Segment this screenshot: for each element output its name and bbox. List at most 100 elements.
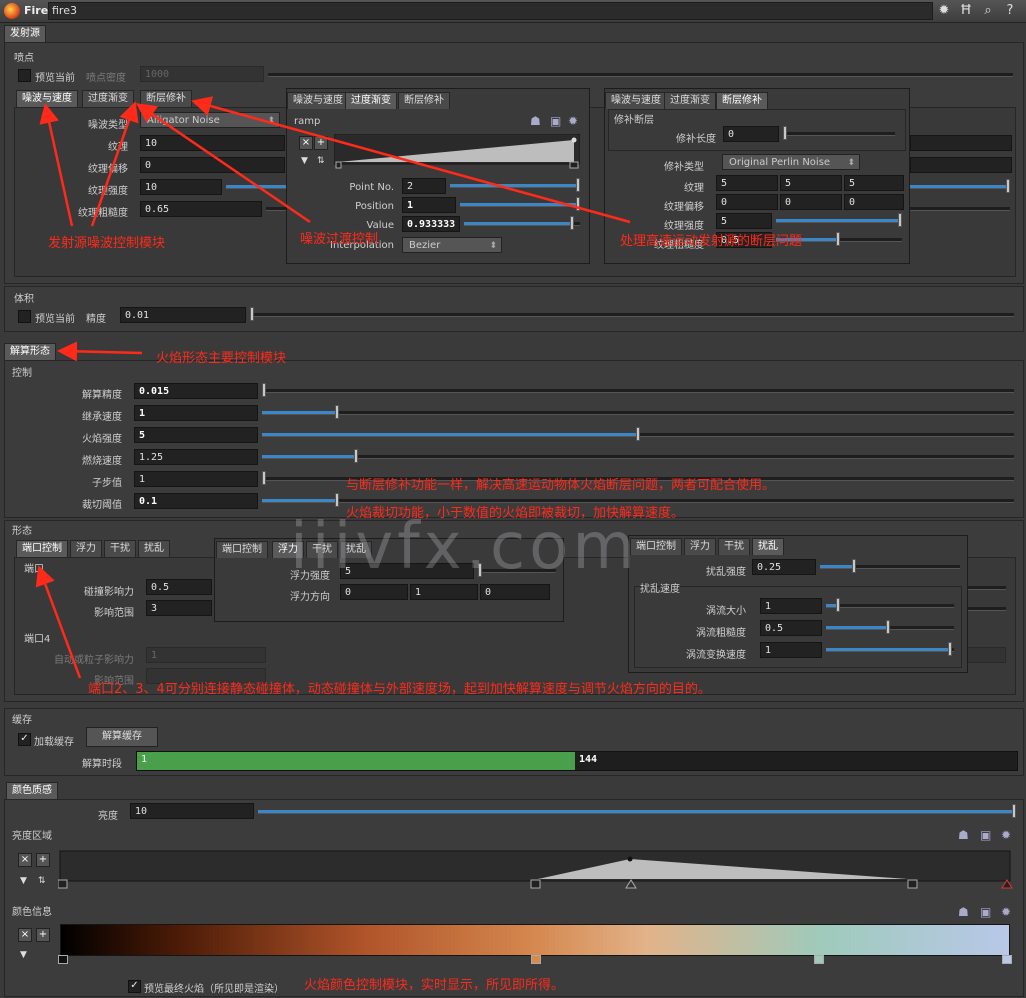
- position-field[interactable]: 1: [402, 197, 456, 213]
- search-icon[interactable]: ⌕: [980, 3, 996, 19]
- ramp-tab-transition[interactable]: 过度渐变: [345, 92, 397, 109]
- tab-disturb[interactable]: 扰乱: [138, 540, 170, 557]
- repair-tab-transition[interactable]: 过度渐变: [664, 92, 716, 109]
- point-no-field[interactable]: 2: [402, 178, 446, 194]
- repair-tex-y[interactable]: 5: [780, 175, 842, 191]
- cramp-add-icon[interactable]: +: [36, 928, 50, 942]
- bramp-add-icon[interactable]: +: [36, 853, 50, 867]
- bramp-save-icon[interactable]: ▣: [980, 828, 991, 842]
- repair-str-slider[interactable]: [776, 213, 902, 227]
- cramp-gear-icon[interactable]: ✹: [1001, 905, 1011, 919]
- cramp-down-icon[interactable]: ▼: [20, 950, 27, 960]
- cramp-key-2[interactable]: [814, 955, 824, 964]
- cramp-save-icon[interactable]: ▣: [980, 905, 991, 919]
- buoy-dir-y[interactable]: 1: [410, 584, 478, 600]
- repair-length-slider[interactable]: [783, 126, 895, 140]
- interpolation-menu[interactable]: Bezier: [402, 237, 502, 254]
- tab-emitter[interactable]: 发射源: [4, 25, 46, 42]
- cramp-key-0[interactable]: [58, 955, 68, 964]
- vortex-size-slider[interactable]: [826, 598, 954, 612]
- vortex-change-field[interactable]: 1: [760, 642, 822, 658]
- control-field[interactable]: 0.1: [134, 493, 258, 509]
- tab-port-control[interactable]: 端口控制: [16, 540, 68, 557]
- emit-density-field[interactable]: 1000: [140, 66, 264, 82]
- h-icon[interactable]: Ħ: [958, 3, 974, 19]
- control-slider[interactable]: [262, 405, 1014, 419]
- texture-offset-field[interactable]: 0: [140, 157, 285, 173]
- help-icon[interactable]: ?: [1002, 3, 1018, 19]
- ramp-add-icon[interactable]: +: [314, 136, 328, 150]
- ramp-tab-repair[interactable]: 断层修补: [398, 92, 450, 109]
- load-cache-checkbox[interactable]: ✓: [18, 733, 31, 746]
- bramp-down-icon[interactable]: ▼: [20, 876, 27, 886]
- position-slider[interactable]: [460, 197, 580, 211]
- bramp-gear-icon[interactable]: ✹: [1001, 828, 1011, 842]
- cramp-key-3[interactable]: [1002, 955, 1012, 964]
- dist-strength-slider[interactable]: [820, 559, 960, 573]
- value-slider[interactable]: [464, 216, 580, 230]
- gear-icon[interactable]: ✹: [936, 3, 952, 19]
- repair-off-y[interactable]: 0: [780, 194, 842, 210]
- dist-strength-field[interactable]: 0.25: [752, 559, 816, 575]
- control-field[interactable]: 1: [134, 405, 258, 421]
- dist-tab-interference[interactable]: 干扰: [718, 538, 750, 555]
- cramp-key-1[interactable]: [531, 955, 541, 964]
- control-field[interactable]: 0.015: [134, 383, 258, 399]
- ramp-curve[interactable]: [334, 134, 580, 170]
- ramp-gear-icon[interactable]: ✹: [568, 114, 578, 128]
- control-field[interactable]: 5: [134, 427, 258, 443]
- ramp-tab-noise[interactable]: 噪波与速度: [287, 92, 349, 109]
- repair-off-z[interactable]: 0: [844, 194, 904, 210]
- node-name-field[interactable]: fire3: [48, 2, 933, 20]
- buoy-dir-z[interactable]: 0: [480, 584, 550, 600]
- bramp-flip-icon[interactable]: ⇅: [38, 876, 46, 886]
- tab-interference[interactable]: 干扰: [104, 540, 136, 557]
- volume-preview-checkbox[interactable]: [18, 310, 31, 323]
- noise-type-menu[interactable]: Alligator Noise: [140, 112, 280, 129]
- texture-rough-field[interactable]: 0.65: [140, 201, 262, 217]
- cramp-preset-icon[interactable]: ☗: [958, 905, 969, 919]
- repair-off-x[interactable]: 0: [716, 194, 778, 210]
- repair-tab-noise[interactable]: 噪波与速度: [605, 92, 667, 109]
- color-ramp-gradient[interactable]: [60, 924, 1010, 956]
- tab-solve[interactable]: 解算形态: [4, 343, 56, 360]
- texture-rough-slider[interactable]: [266, 207, 286, 211]
- preview-final-checkbox[interactable]: ✓: [128, 980, 141, 993]
- tab-repair[interactable]: 断层修补: [140, 90, 192, 107]
- vortex-change-slider[interactable]: [826, 642, 954, 656]
- repair-type-menu[interactable]: Original Perlin Noise: [722, 154, 860, 171]
- repair-tex-x[interactable]: 5: [716, 175, 778, 191]
- tab-noise-speed[interactable]: 噪波与速度: [16, 90, 78, 107]
- tab-color[interactable]: 颜色质感: [6, 782, 58, 799]
- solve-cache-button[interactable]: 解算缓存: [86, 727, 158, 747]
- ramp-save-icon[interactable]: ▣: [550, 114, 561, 128]
- point-no-slider[interactable]: [450, 178, 580, 192]
- repair-tab-repair[interactable]: 断层修补: [716, 92, 768, 109]
- bramp-preset-icon[interactable]: ☗: [958, 828, 969, 842]
- volume-precision-slider[interactable]: [250, 307, 1014, 321]
- control-slider[interactable]: [262, 427, 1014, 441]
- buoy-tab-port[interactable]: 端口控制: [216, 541, 268, 558]
- vortex-rough-slider[interactable]: [826, 620, 954, 634]
- repair-str-field[interactable]: 5: [716, 213, 772, 229]
- control-field[interactable]: 1: [134, 471, 258, 487]
- tab-buoyancy[interactable]: 浮力: [70, 540, 102, 557]
- port4-strength-field[interactable]: 1: [146, 647, 266, 663]
- texture-field[interactable]: 10: [140, 135, 285, 151]
- emit-density-slider[interactable]: [268, 73, 1013, 77]
- bramp-delete-icon[interactable]: ×: [18, 853, 32, 867]
- texture-strength-field[interactable]: 10: [140, 179, 222, 195]
- control-slider[interactable]: [262, 449, 1014, 463]
- ramp-preset-icon[interactable]: ☗: [530, 114, 541, 128]
- vortex-size-field[interactable]: 1: [760, 598, 822, 614]
- tab-transition[interactable]: 过度渐变: [82, 90, 134, 107]
- preview-current-checkbox[interactable]: [18, 69, 31, 82]
- cramp-delete-icon[interactable]: ×: [18, 928, 32, 942]
- vortex-rough-field[interactable]: 0.5: [760, 620, 822, 636]
- texture-strength-slider[interactable]: [226, 185, 286, 189]
- dist-tab-disturb[interactable]: 扰乱: [752, 538, 784, 555]
- control-slider[interactable]: [262, 383, 1014, 397]
- repair-tex-z[interactable]: 5: [844, 175, 904, 191]
- value-field[interactable]: 0.933333: [402, 216, 460, 232]
- ramp-down-icon[interactable]: ▼: [301, 156, 308, 166]
